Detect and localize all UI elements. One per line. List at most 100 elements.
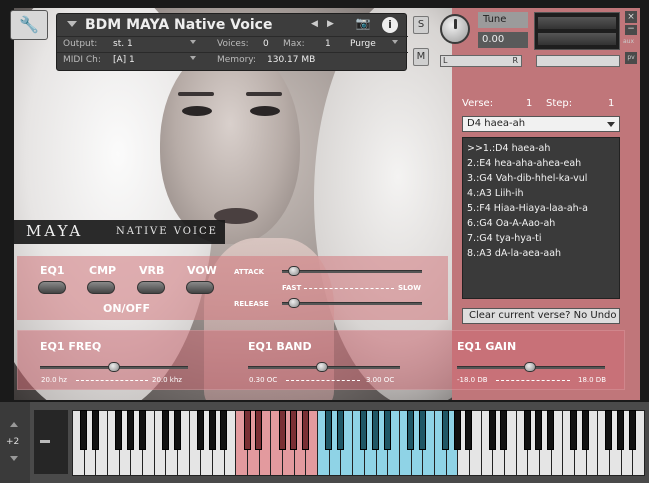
black-key[interactable] — [628, 410, 636, 450]
attack-thumb[interactable] — [288, 266, 300, 276]
eq1-band-min: 0.30 OC — [249, 376, 278, 384]
midi-value[interactable]: [A] 1 — [113, 55, 135, 65]
maya-logo: MAYA NATIVE VOICE — [14, 220, 225, 244]
output-value[interactable]: st. 1 — [113, 39, 133, 49]
black-key[interactable] — [161, 410, 169, 450]
list-item[interactable]: >>1.:D4 haea-ah — [467, 141, 615, 156]
list-item[interactable]: 4.:A3 Liih-ih — [467, 186, 615, 201]
black-key[interactable] — [418, 410, 426, 450]
black-key[interactable] — [208, 410, 216, 450]
black-key[interactable] — [278, 410, 286, 450]
instrument-title[interactable]: BDM MAYA Native Voice — [85, 17, 272, 33]
cmp-toggle[interactable] — [87, 281, 115, 294]
black-key[interactable] — [173, 410, 181, 450]
chevron-down-icon[interactable] — [190, 40, 196, 44]
black-key[interactable] — [255, 410, 263, 450]
arrow-left-icon[interactable]: ◀ — [311, 19, 318, 29]
verse-dropdown-value: D4 haea-ah — [467, 118, 526, 129]
black-key[interactable] — [196, 410, 204, 450]
black-key[interactable] — [220, 410, 228, 450]
list-item[interactable]: 3.:G4 Vah-dib-hhel-ka-vul — [467, 171, 615, 186]
eq1-gain-divider — [496, 380, 570, 381]
black-key[interactable] — [442, 410, 450, 450]
kontakt-instrument-window: 🔧 BDM MAYA Native Voice ◀ ▶ 📷 i Output: … — [0, 0, 649, 483]
octave-down-icon[interactable] — [10, 456, 18, 461]
black-key[interactable] — [115, 410, 123, 450]
black-key[interactable] — [325, 410, 333, 450]
black-key[interactable] — [243, 410, 251, 450]
mute-button[interactable]: M — [413, 48, 429, 66]
vow-toggle[interactable] — [186, 281, 214, 294]
octave-up-icon[interactable] — [10, 422, 18, 427]
black-key[interactable] — [91, 410, 99, 450]
black-key[interactable] — [360, 410, 368, 450]
black-key[interactable] — [488, 410, 496, 450]
eq1-freq-thumb[interactable] — [108, 362, 120, 372]
pitch-wheel-marker — [40, 440, 50, 443]
max-value[interactable]: 1 — [325, 39, 331, 49]
aux-button[interactable]: aux — [623, 38, 634, 45]
chevron-down-icon[interactable] — [190, 56, 196, 60]
brow-right — [246, 92, 282, 96]
black-key[interactable] — [138, 410, 146, 450]
black-key[interactable] — [582, 410, 590, 450]
minimize-icon[interactable]: − — [625, 25, 637, 35]
release-track[interactable] — [282, 302, 422, 305]
tune-knob[interactable] — [440, 14, 470, 44]
black-key[interactable] — [617, 410, 625, 450]
black-key[interactable] — [500, 410, 508, 450]
list-item[interactable]: 5.:F4 Hiaa-Hiaya-laa-ah-a — [467, 201, 615, 216]
wrench-icon[interactable]: 🔧 — [10, 10, 48, 40]
clear-verse-button[interactable]: Clear current verse? No Undo — [462, 308, 620, 324]
verse-value[interactable]: 1 — [526, 98, 532, 109]
info-icon[interactable]: i — [382, 17, 398, 33]
eq1-toggle[interactable] — [38, 281, 66, 294]
black-key[interactable] — [126, 410, 134, 450]
collapse-icon[interactable] — [67, 21, 77, 27]
pv-button[interactable]: pv — [625, 52, 637, 64]
eq1-gain-thumb[interactable] — [524, 362, 536, 372]
black-key[interactable] — [535, 410, 543, 450]
black-key[interactable] — [453, 410, 461, 450]
pan-slider[interactable]: L R — [440, 55, 522, 67]
release-thumb[interactable] — [288, 298, 300, 308]
vow-label: VOW — [187, 264, 217, 277]
vrb-toggle[interactable] — [137, 281, 165, 294]
attack-track[interactable] — [282, 270, 422, 273]
verse-dropdown[interactable]: D4 haea-ah — [462, 116, 620, 132]
eq1-band-title: EQ1 BAND — [248, 340, 312, 353]
list-item[interactable]: 8.:A3 dA-la-aea-aah — [467, 246, 615, 261]
purge-dropdown[interactable]: Purge — [350, 39, 376, 49]
black-key[interactable] — [547, 410, 555, 450]
black-key[interactable] — [372, 410, 379, 450]
black-key[interactable] — [465, 410, 473, 450]
black-key[interactable] — [301, 410, 309, 450]
piano-keyboard[interactable] — [72, 410, 645, 476]
black-key[interactable] — [570, 410, 578, 450]
arrow-right-icon[interactable]: ▶ — [327, 19, 334, 29]
black-key[interactable] — [290, 410, 298, 450]
list-item[interactable]: 7.:G4 tya-hya-ti — [467, 231, 615, 246]
list-item[interactable]: 2.:E4 hea-aha-ahea-eah — [467, 156, 615, 171]
step-value[interactable]: 1 — [608, 98, 614, 109]
midi-label: MIDI Ch: — [63, 55, 101, 65]
pan-right-label: R — [512, 56, 518, 65]
eq1-freq-min: 20.0 hz — [41, 376, 67, 384]
chevron-down-icon[interactable] — [392, 40, 398, 44]
black-key[interactable] — [383, 410, 391, 450]
close-icon[interactable]: × — [625, 11, 637, 23]
step-label: Step: — [546, 98, 573, 109]
volume-slider[interactable] — [536, 55, 620, 67]
tune-value[interactable]: 0.00 — [478, 32, 528, 48]
black-key[interactable] — [523, 410, 531, 450]
list-item[interactable]: 6.:G4 Oa-A-Aao-ah — [467, 216, 615, 231]
black-key[interactable] — [336, 410, 344, 450]
black-key[interactable] — [407, 410, 415, 450]
black-key[interactable] — [80, 410, 88, 450]
tune-label: Tune — [478, 12, 528, 28]
env-divider — [304, 288, 394, 289]
eq1-band-thumb[interactable] — [316, 362, 328, 372]
camera-icon[interactable]: 📷 — [350, 16, 376, 34]
black-key[interactable] — [605, 410, 613, 450]
solo-button[interactable]: S — [413, 16, 429, 34]
